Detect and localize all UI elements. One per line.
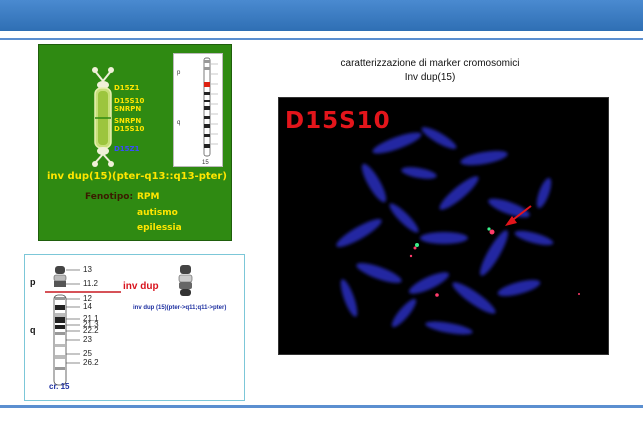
inv-dup-diagram-panel: D15Z1 D15S10 SNRPN SNRPN D15S10 D15Z1 p … [38,44,232,241]
divider-top [0,38,643,40]
band-label: 23 [83,335,92,344]
ideogram-number: 15 [202,160,209,166]
ideogram-p-label: p [177,70,181,76]
band-label: 13 [83,265,92,274]
caption-line-2: Inv dup(15) [404,72,456,83]
inv-dup-formula: inv dup(15)(pter-q13::q13-pter) [47,171,227,182]
band-label: 25 [83,349,92,358]
ideogram-q-label: q [177,120,180,126]
fenotipo-label: Fenotipo: [85,192,134,202]
inv-dup-ideogram-panel: p q 13 11.2 12 14 21.1 21.3 22.2 23 25 2… [24,254,245,401]
band-label: 26.2 [83,358,99,367]
marker-label: SNRPN [114,105,142,113]
probe-label: D15S10 [285,108,391,134]
fenotipo-item: epilessia [137,223,182,233]
marker-label: SNRPN [114,117,142,125]
marker-label: D15Z1 [114,84,140,92]
metaphase-chromosomes [336,127,580,335]
band-label: 11.2 [83,279,98,288]
marker-label: D15S10 [114,125,145,133]
title-bar [0,0,643,31]
chromosome-15-band-diagram [45,265,193,386]
fenotipo-item: RPM [137,192,160,202]
band-label: 22.2 [83,326,99,335]
inv-dup-karyotype: inv dup (15)(pter->q11;q11->pter) [133,305,227,311]
inv-dup-label: inv dup [123,281,159,292]
chromosome-15-ideogram: p q 15 [173,53,223,167]
divider-bottom [0,405,643,408]
chromosome-label: cr. 15 [49,382,70,391]
fish-metaphase-image: D15S10 [278,97,609,355]
fenotipo-item: autismo [137,208,178,218]
marker-label: D15Z1 [114,145,140,153]
caption-line-1: caratterizzazione di marker cromosomici [340,58,520,69]
marker-label: D15S10 [114,97,145,105]
band-label: 14 [83,302,92,311]
